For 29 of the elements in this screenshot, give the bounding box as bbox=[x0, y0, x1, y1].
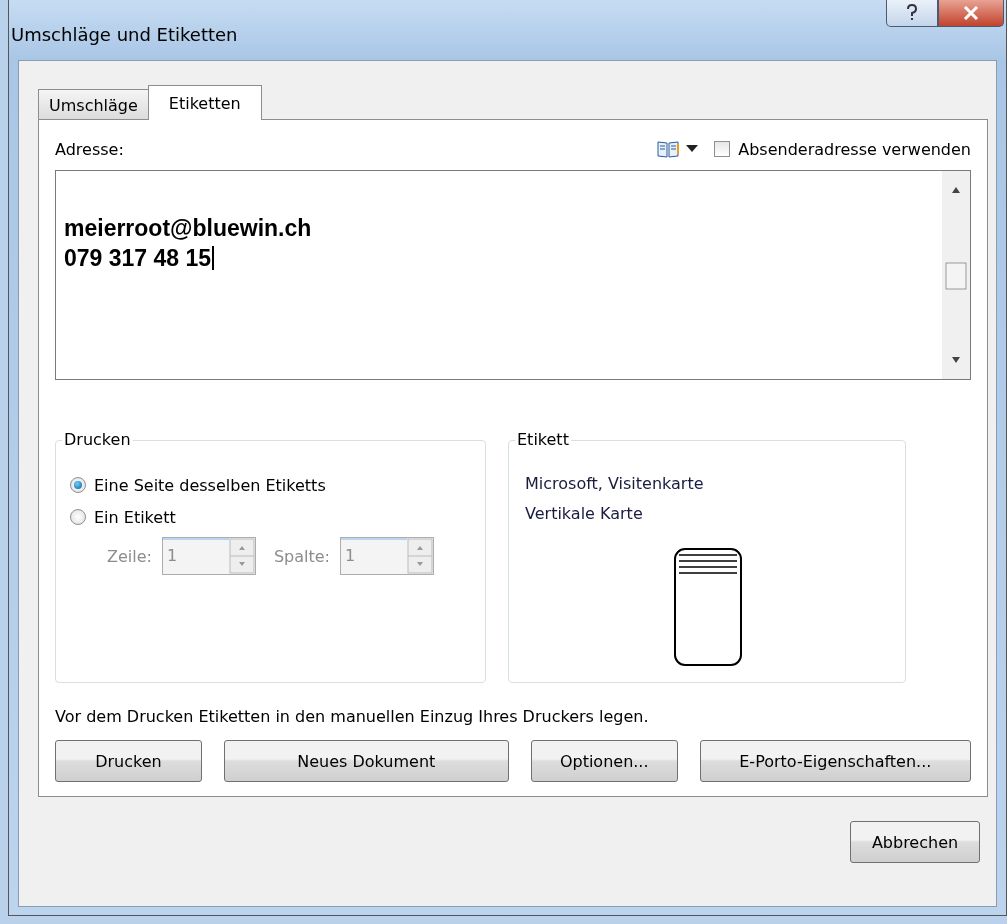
address-book-icon[interactable] bbox=[656, 140, 681, 158]
action-button[interactable]: Optionen... bbox=[530, 740, 678, 782]
dropdown-caret-icon[interactable] bbox=[686, 145, 699, 153]
scrollbar[interactable] bbox=[942, 171, 970, 379]
action-button[interactable]: Neues Dokument bbox=[223, 740, 509, 782]
question-mark-icon bbox=[906, 4, 918, 22]
spin-label: Spalte: bbox=[273, 546, 330, 566]
radio-button[interactable] bbox=[70, 509, 86, 525]
spin-label: Zeile: bbox=[107, 546, 152, 566]
help-button[interactable] bbox=[886, 0, 938, 27]
radio-label[interactable]: Eine Seite desselben Etiketts bbox=[94, 475, 326, 495]
text-cursor bbox=[212, 246, 215, 270]
tab[interactable]: Umschläge bbox=[38, 89, 149, 119]
radio-button[interactable] bbox=[70, 477, 86, 493]
action-button[interactable]: Drucken bbox=[55, 740, 202, 782]
close-icon bbox=[963, 6, 979, 20]
cancel-button[interactable]: Abbrechen bbox=[850, 821, 980, 863]
address-field[interactable]: meierroot@bluewin.ch 079 317 48 15 bbox=[55, 170, 971, 380]
checkbox[interactable] bbox=[714, 141, 731, 157]
action-button[interactable]: E-Porto-Eigenschaften... bbox=[699, 740, 971, 782]
instruction-text: Vor dem Drucken Etiketten in den manuellen Einzug Ihres Druckers legen. bbox=[55, 707, 650, 726]
checkbox-label[interactable]: Absenderadresse verwenden bbox=[738, 139, 971, 159]
label-description: Vertikale Karte bbox=[525, 503, 644, 525]
tab[interactable]: Etiketten bbox=[147, 85, 262, 120]
radio-label[interactable]: Ein Etikett bbox=[94, 507, 176, 527]
label-description: Microsoft, Visitenkarte bbox=[525, 473, 705, 495]
window-title: Umschläge und Etiketten bbox=[11, 23, 238, 45]
address-label: Adresse: bbox=[55, 139, 125, 159]
close-button[interactable] bbox=[938, 0, 1004, 27]
